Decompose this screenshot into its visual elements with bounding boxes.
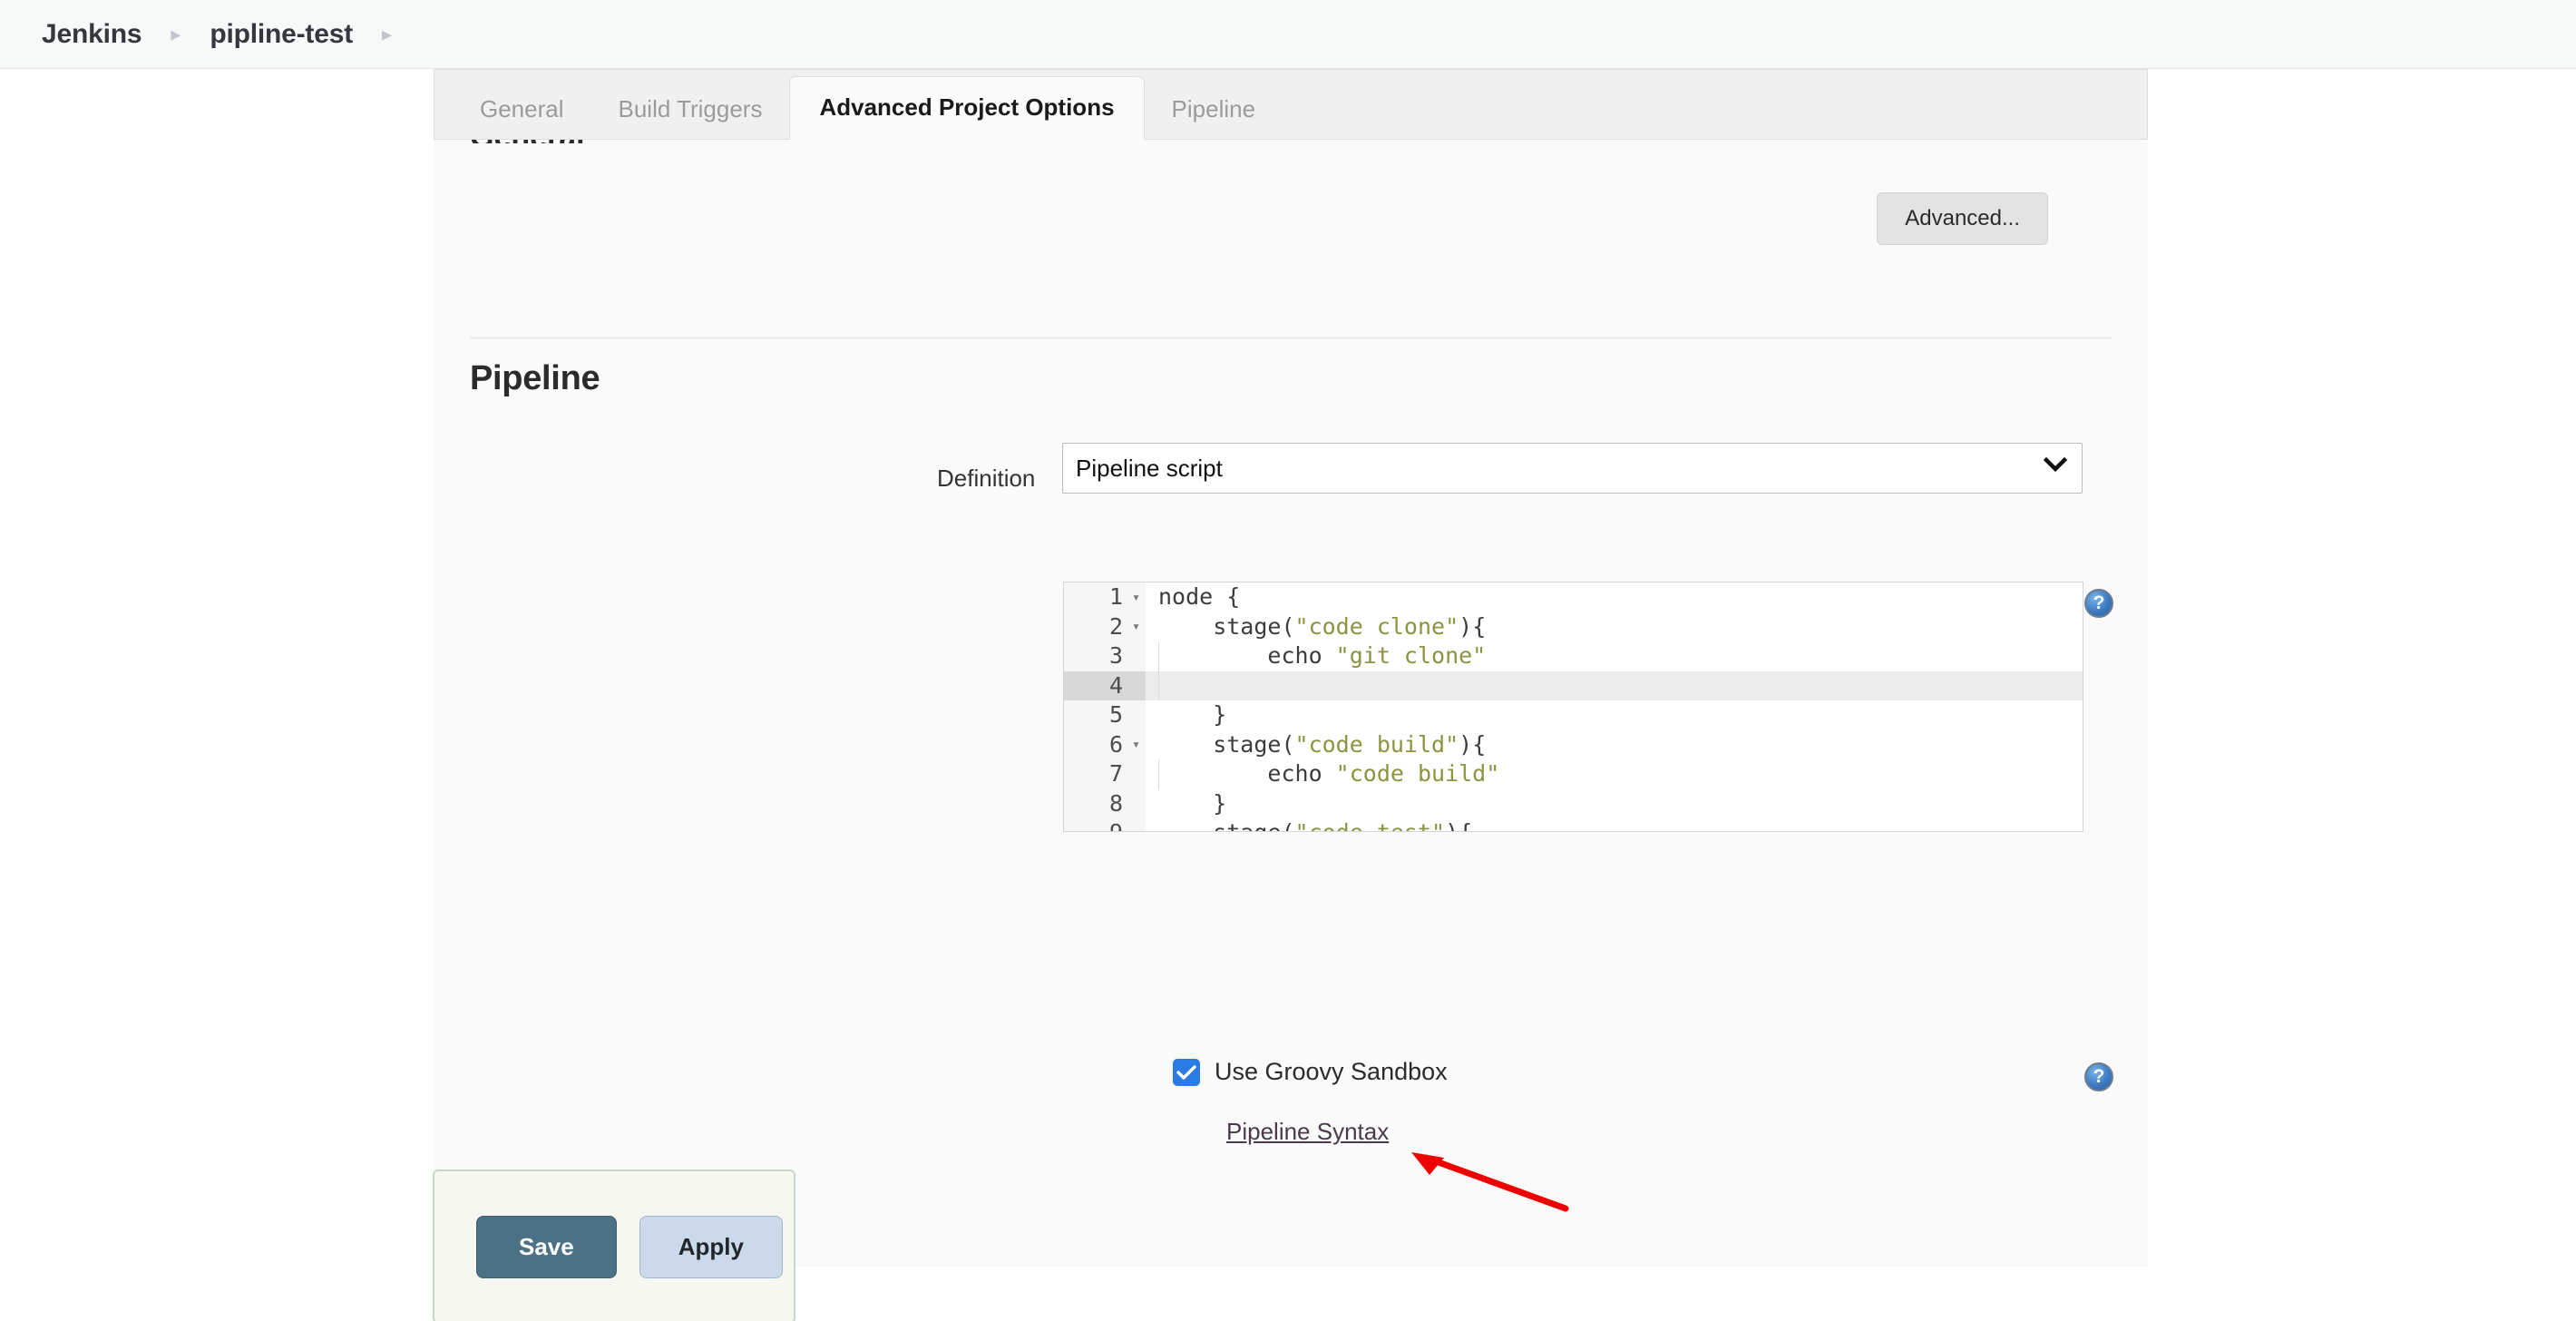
code-line-text <box>1146 670 1159 700</box>
save-button[interactable]: Save <box>476 1215 617 1278</box>
code-line[interactable]: 6 ▾ stage("code build"){ <box>1064 729 2083 759</box>
advanced-button[interactable]: Advanced... <box>1877 192 2048 245</box>
code-line-number: 3▾ <box>1064 641 1146 671</box>
code-line-text: node { <box>1158 583 1241 610</box>
breadcrumb-separator-icon: ▸ <box>171 22 181 45</box>
config-content: General Advanced... Pipeline Definition … <box>434 140 2148 1267</box>
indent-guide <box>1158 670 1159 700</box>
code-line-text: stage("code test"){ <box>1146 818 1472 831</box>
code-line[interactable]: 2 ▾ stage("code clone"){ <box>1064 612 2083 641</box>
code-line[interactable]: 3▾ echo "git clone" <box>1064 641 2083 671</box>
tab-general[interactable]: General <box>453 81 591 140</box>
breadcrumb-item-jenkins[interactable]: Jenkins <box>36 19 147 50</box>
use-groovy-sandbox-checkbox[interactable] <box>1173 1058 1200 1086</box>
definition-select[interactable]: Pipeline scriptPipeline script from SCM <box>1062 443 2083 494</box>
code-line[interactable]: 4▾ <box>1064 670 2083 700</box>
code-line-number: 6 ▾ <box>1064 729 1146 759</box>
code-line-number: 1 ▾ <box>1064 582 1146 612</box>
page-body: General Build Triggers Advanced Project … <box>0 69 2576 1321</box>
script-code-editor[interactable]: 1▾node {2▾ stage("code clone"){3▾ echo "… <box>1063 582 2083 832</box>
indent-guide <box>1158 759 1159 789</box>
code-line[interactable]: 7▾ echo "code build" <box>1064 759 2083 789</box>
annotation-arrow-icon <box>1404 1147 1576 1224</box>
code-line-text: echo "code build" <box>1146 759 1499 789</box>
code-line-number: 8▾ <box>1064 788 1146 818</box>
tab-build-triggers[interactable]: Build Triggers <box>591 81 790 140</box>
code-line-text: echo "git clone" <box>1146 641 1486 671</box>
indent-guide <box>1158 641 1159 671</box>
code-line-number: 7▾ <box>1064 759 1146 789</box>
code-line-text: } <box>1158 701 1227 728</box>
help-icon-sandbox[interactable]: ? <box>2084 1062 2113 1091</box>
form-button-bar: Save Apply <box>433 1169 795 1321</box>
code-line-number: 4▾ <box>1064 670 1146 700</box>
code-line-number: 2 ▾ <box>1064 612 1146 641</box>
help-icon-script[interactable]: ? <box>2084 589 2113 618</box>
breadcrumb: Jenkins ▸ pipline-test ▸ <box>0 0 2576 69</box>
code-line-text: } <box>1158 789 1227 817</box>
code-fold-arrow-icon[interactable]: ▾ <box>1127 590 1140 604</box>
breadcrumb-separator-icon-2: ▸ <box>381 22 393 45</box>
code-fold-arrow-icon[interactable]: ▾ <box>1127 826 1140 831</box>
advanced-button-row: Advanced... <box>1877 192 2048 245</box>
code-line[interactable]: 1 ▾ node { <box>1064 582 2083 612</box>
code-line[interactable]: 8▾ } <box>1064 788 2083 818</box>
clipped-section-heading: General <box>470 140 585 143</box>
code-line[interactable]: 9▾ stage("code test"){ <box>1064 818 2083 831</box>
tab-advanced-project-options[interactable]: Advanced Project Options <box>789 76 1145 140</box>
code-line-text: stage("code clone"){ <box>1158 612 1487 640</box>
pipeline-section-heading: Pipeline <box>470 359 600 397</box>
code-line[interactable]: 5▾ } <box>1064 700 2083 730</box>
tab-pipeline[interactable]: Pipeline <box>1145 81 1283 140</box>
apply-button[interactable]: Apply <box>639 1215 783 1278</box>
code-line-number: 5▾ <box>1064 700 1146 730</box>
code-line-text: stage("code build"){ <box>1158 730 1487 758</box>
config-tab-bar: General Build Triggers Advanced Project … <box>434 69 2148 140</box>
pipeline-syntax-link[interactable]: Pipeline Syntax <box>1226 1118 1389 1146</box>
code-fold-arrow-icon[interactable]: ▾ <box>1127 620 1140 633</box>
use-groovy-sandbox-label[interactable]: Use Groovy Sandbox <box>1215 1058 1448 1086</box>
code-fold-arrow-icon[interactable]: ▾ <box>1127 738 1140 751</box>
breadcrumb-item-project[interactable]: pipline-test <box>204 19 358 50</box>
sandbox-row: Use Groovy Sandbox <box>1173 1058 1448 1086</box>
code-line-number: 9▾ <box>1064 818 1146 831</box>
